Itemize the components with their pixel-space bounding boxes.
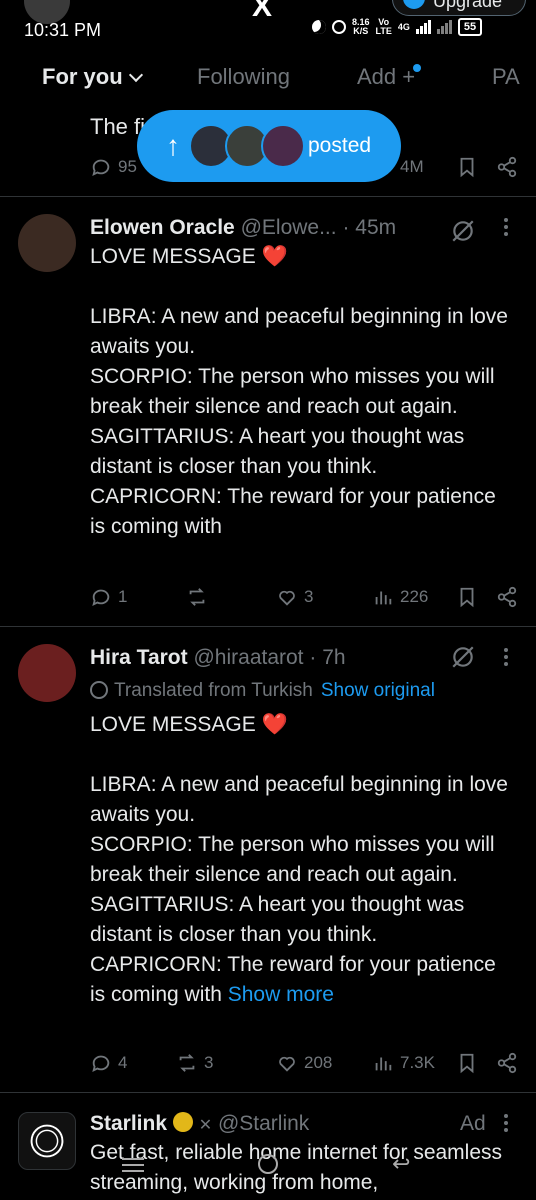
more-icon[interactable] [504, 1114, 510, 1135]
more-icon[interactable] [504, 648, 510, 669]
new-posts-pill[interactable]: ↑ posted [137, 110, 401, 182]
like-icon [279, 1056, 295, 1072]
new-dot-icon [413, 64, 422, 72]
bookmark-icon [460, 587, 474, 608]
grok-icon[interactable] [450, 644, 476, 670]
ad-label: Ad [460, 1112, 486, 1135]
author-name[interactable]: Elowen Oracle [90, 216, 235, 239]
views-button[interactable]: 226 [372, 584, 428, 610]
share-button[interactable] [496, 584, 518, 610]
signal-icon [415, 20, 431, 34]
back-nav-icon[interactable]: ↩ [392, 1153, 410, 1175]
translation-notice: Translated from Turkish Show original [90, 680, 435, 702]
volte-indicator: Vo LTE [375, 17, 392, 36]
repost-icon [189, 588, 205, 606]
alarm-icon [332, 20, 346, 34]
network-indicator: 4G [397, 21, 410, 32]
speed-indicator: 8.16 K/S [352, 17, 370, 36]
verified-gold-icon [172, 1112, 193, 1132]
share-button[interactable] [496, 1050, 518, 1076]
bookmark-icon [460, 157, 474, 178]
post-time[interactable]: · 45m [342, 216, 396, 239]
upgrade-button[interactable]: Upgrade [392, 0, 526, 16]
reply-icon [92, 589, 110, 607]
status-indicators: 8.16 K/S Vo LTE 4G 55 [312, 17, 483, 36]
battery-indicator: 55 [457, 18, 483, 36]
views-icon [375, 591, 392, 605]
repost-button[interactable]: 3 [176, 1050, 213, 1076]
arrow-up-icon: ↑ [166, 130, 180, 161]
views-icon [375, 1057, 392, 1071]
post-text: LOVE MESSAGE ❤️ LIBRA: A new and peacefu… [90, 245, 508, 538]
author-handle[interactable]: @hiraatarot [193, 646, 303, 669]
tab-following[interactable]: Following [197, 64, 290, 90]
menu-nav-icon[interactable] [122, 1154, 144, 1176]
system-nav-bar: ↩ [0, 1140, 536, 1200]
reply-icon [92, 1055, 110, 1073]
tab-pa[interactable]: PA [492, 64, 520, 90]
reply-button[interactable]: 1 [90, 584, 127, 610]
author-handle[interactable]: @Starlink [218, 1112, 309, 1135]
views-button[interactable]: 7.3K [372, 1050, 435, 1076]
avatar[interactable] [18, 214, 76, 272]
moon-icon [312, 20, 326, 34]
tab-add[interactable]: Add + [357, 64, 423, 90]
tab-for-you[interactable]: For you [42, 64, 143, 90]
share-icon [497, 156, 517, 178]
post-hira[interactable]: Hira Tarot @hiraatarot · 7h Translated f… [0, 626, 536, 1092]
home-nav-icon[interactable] [258, 1154, 278, 1174]
signal-icon-2 [436, 20, 452, 34]
views-button[interactable]: 4M [400, 154, 424, 180]
posted-label: posted [308, 134, 372, 157]
bookmark-button[interactable] [456, 584, 478, 610]
post-time[interactable]: · 7h [309, 646, 345, 669]
partial-post-text: The fi [90, 114, 146, 139]
like-button[interactable]: 3 [276, 584, 313, 610]
translate-icon [90, 681, 108, 699]
show-original-link[interactable]: Show original [321, 680, 435, 701]
reply-button[interactable]: 4 [90, 1050, 127, 1076]
poster-avatar-3 [261, 124, 305, 168]
author-name[interactable]: Hira Tarot [90, 646, 188, 669]
avatar[interactable] [18, 644, 76, 702]
post-text: LOVE MESSAGE ❤️ LIBRA: A new and peacefu… [90, 713, 508, 1006]
more-icon[interactable] [504, 218, 510, 239]
like-icon [279, 590, 295, 606]
timeline-tabs: For you Following Add + PA [0, 54, 536, 100]
upgrade-verified-icon [403, 0, 425, 9]
affiliate-x-icon: ✕ [198, 1117, 213, 1134]
grok-icon[interactable] [450, 218, 476, 244]
author-name[interactable]: Starlink [90, 1112, 167, 1135]
show-more-link[interactable]: Show more [228, 983, 334, 1006]
repost-icon [179, 1054, 195, 1072]
bookmark-button[interactable] [456, 154, 478, 180]
bookmark-icon [460, 1053, 474, 1074]
share-button[interactable] [496, 154, 518, 180]
repost-button[interactable] [186, 584, 214, 610]
author-handle[interactable]: @Elowe... [241, 216, 337, 239]
status-time: 10:31 PM [24, 20, 102, 40]
like-button[interactable]: 208 [276, 1050, 332, 1076]
post-actions: 4 3 208 7.3K [90, 1050, 520, 1080]
chevron-down-icon [128, 67, 143, 83]
reply-icon [92, 159, 110, 177]
post-elowen[interactable]: Elowen Oracle @Elowe... · 45m LOVE MESSA… [0, 196, 536, 626]
reply-button[interactable]: 95 [90, 154, 137, 180]
status-bar: 10:31 PM X 8.16 K/S Vo LTE 4G 55 Upgrade [0, 0, 536, 46]
share-icon [497, 586, 517, 608]
share-icon [497, 1052, 517, 1074]
x-logo-icon[interactable]: X [252, 0, 272, 24]
bookmark-button[interactable] [456, 1050, 478, 1076]
post-actions: 1 3 226 [90, 584, 520, 614]
